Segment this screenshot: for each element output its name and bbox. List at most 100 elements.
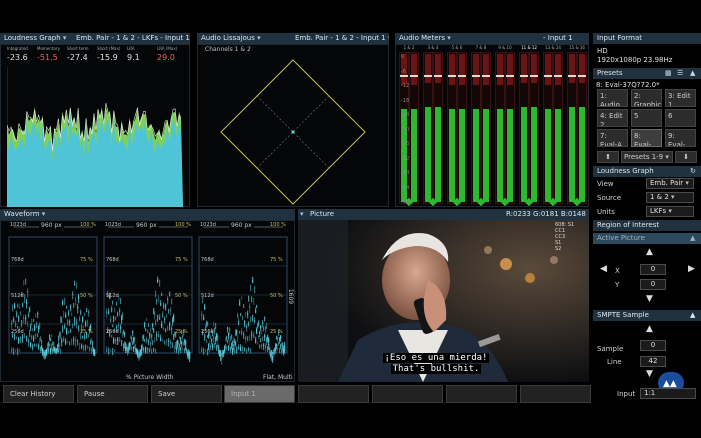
roi-right-arrow-icon[interactable]: ▶ <box>688 264 695 274</box>
waveform-trace-sample <box>116 301 118 306</box>
waveform-trace-sample <box>32 328 34 332</box>
preset-button-9[interactable]: 9: Eval-37Q?75.1 <box>665 129 696 147</box>
waveform-trace-sample <box>226 335 228 339</box>
audio-meters-source[interactable]: - Input 1 <box>543 33 573 44</box>
roi-title: Region of Interest <box>597 221 660 229</box>
waveform-title[interactable]: Waveform <box>4 210 45 218</box>
view-select[interactable]: Emb. Pair <box>646 178 694 189</box>
input-field[interactable]: 1:1 <box>640 388 696 399</box>
audio-meter-bar <box>481 52 491 204</box>
preset-button-7[interactable]: 7: Eval-A <box>597 129 628 147</box>
preset-button-5[interactable]: 5 <box>631 109 662 127</box>
sample-field[interactable]: 0 <box>640 340 666 351</box>
smpte-up-arrow-icon[interactable]: ▲ <box>646 324 653 334</box>
preset-button-3[interactable]: 3: Edit 1 <box>665 89 696 107</box>
waveform-trace-sample <box>80 309 82 316</box>
waveform-trace-sample <box>110 315 112 323</box>
bottom-button-2[interactable]: Pause <box>77 385 148 403</box>
upload-preset-button[interactable]: ⬆ <box>597 151 619 163</box>
preset-button-6[interactable]: 6 <box>665 109 696 127</box>
presets-range-select[interactable]: Presets 1-9 <box>621 151 673 163</box>
lissajous-title[interactable]: Audio Lissajous <box>201 34 261 42</box>
roi-y-field[interactable]: 0 <box>640 279 666 290</box>
loudness-graph-header[interactable]: Loudness Graph Emb. Pair - 1 & 2 - LKFs … <box>0 33 190 44</box>
collapse-icon[interactable]: ▲ <box>690 68 695 79</box>
waveform-trace-sample <box>58 348 60 353</box>
audio-meter-bar <box>457 52 467 204</box>
loudness-graph-plot <box>7 67 183 207</box>
grid-view-icon[interactable]: ▦ <box>665 68 672 79</box>
waveform-trace-sample <box>87 319 89 323</box>
preset-button-8[interactable]: 8: Eval-37Q?72.0 <box>631 129 662 147</box>
meter-headroom <box>459 54 465 85</box>
waveform-trace-sample <box>206 339 208 343</box>
waveform-trace-sample <box>271 350 273 357</box>
waveform-trace-sample <box>229 327 231 332</box>
waveform-trace-sample <box>67 340 69 344</box>
waveform-trace-sample <box>112 324 114 328</box>
waveform-trace-sample <box>33 335 35 342</box>
lissajous-header[interactable]: Audio Lissajous Emb. Pair - 1 & 2 - Inpu… <box>197 33 389 44</box>
meter-peak-marker <box>458 75 466 77</box>
loudness-source-select[interactable]: Emb. Pair - 1 & 2 - LKFs - Input 1 <box>76 33 190 44</box>
meter-peak-marker <box>482 75 490 77</box>
roi-header: Region of Interest <box>593 220 701 231</box>
meter-headroom <box>521 54 527 83</box>
audio-meters-title[interactable]: Audio Meters <box>399 34 451 42</box>
roi-x-field[interactable]: 0 <box>640 264 666 275</box>
waveform-trace-sample <box>152 322 154 327</box>
meter-peak-marker <box>578 75 586 77</box>
waveform-trace-sample <box>262 336 264 342</box>
roi-mode-select[interactable]: Active Picture ▲ <box>593 233 701 244</box>
meter-headroom <box>545 54 551 85</box>
waveform-trace-sample <box>240 313 242 317</box>
waveform-trace-sample <box>126 346 128 353</box>
line-field[interactable]: 42 <box>640 356 666 367</box>
preset-button-4[interactable]: 4: Edit 2 <box>597 109 628 127</box>
audio-meters-header[interactable]: Audio Meters - Input 1 <box>395 33 589 44</box>
roi-up-arrow-icon[interactable]: ▲ <box>646 247 653 257</box>
refresh-icon[interactable]: ↻ <box>690 166 696 177</box>
audio-meter-bar <box>567 52 577 204</box>
meter-headroom <box>531 54 537 83</box>
preset-button-2[interactable]: 2: Graphics <box>631 89 662 107</box>
lissajous-source-select[interactable]: Emb. Pair - 1 & 2 - Input 1 <box>295 33 389 44</box>
waveform-trace-sample <box>259 330 261 334</box>
waveform-trace-sample <box>35 332 37 336</box>
picture-menu-icon[interactable]: ▾ <box>300 209 304 220</box>
loudness-graph-title[interactable]: Loudness Graph <box>4 34 66 42</box>
bottom-button-1[interactable]: Clear History <box>3 385 74 403</box>
bottom-button-5[interactable] <box>298 385 369 403</box>
waveform-trace-sample <box>108 347 110 355</box>
source-select[interactable]: 1 & 2 <box>646 192 694 203</box>
bottom-button-8[interactable] <box>520 385 591 403</box>
bottom-button-6[interactable] <box>372 385 443 403</box>
waveform-trace-sample <box>64 323 66 330</box>
waveform-trace-sample <box>33 319 35 322</box>
smpte-collapse-icon[interactable]: ▲ <box>690 310 695 321</box>
picture-viewer[interactable]: 608: S1 CC1 CC3 S1 S2 ¡Eso es una mierda… <box>298 220 589 382</box>
waveform-trace-sample <box>83 325 85 329</box>
bottom-button-7[interactable] <box>446 385 517 403</box>
waveform-trace-sample <box>251 330 253 336</box>
loudness-stat-value: 29.0 <box>157 53 175 62</box>
waveform-trace-sample <box>111 305 113 313</box>
picture-header[interactable]: ▾ Picture R:0233 G:0181 B:0148 <box>298 209 589 220</box>
audio-meter-bar <box>471 52 481 204</box>
preset-button-1[interactable]: 1: Audio <box>597 89 628 107</box>
roi-left-arrow-icon[interactable]: ◀ <box>600 264 607 274</box>
smpte-down-arrow-icon[interactable]: ▼ <box>646 369 653 379</box>
list-view-icon[interactable]: ☰ <box>677 68 683 79</box>
lissajous-signal-dot <box>291 130 295 134</box>
bottom-button-4[interactable]: Input 1 <box>224 385 295 403</box>
waveform-trace-sample <box>154 310 156 316</box>
bottom-button-3[interactable]: Save <box>151 385 222 403</box>
roi-down-arrow-icon[interactable]: ▼ <box>646 294 653 304</box>
waveform-header[interactable]: Waveform <box>0 209 295 220</box>
roi-dropdown-icon[interactable]: ▲ <box>690 233 695 244</box>
download-preset-button[interactable]: ⬇ <box>675 151 697 163</box>
meter-peak-marker <box>554 75 562 77</box>
loudness-stat-value: 9.1 <box>127 53 140 62</box>
units-select[interactable]: LKFs <box>646 206 694 217</box>
waveform-trace-sample <box>182 347 184 352</box>
